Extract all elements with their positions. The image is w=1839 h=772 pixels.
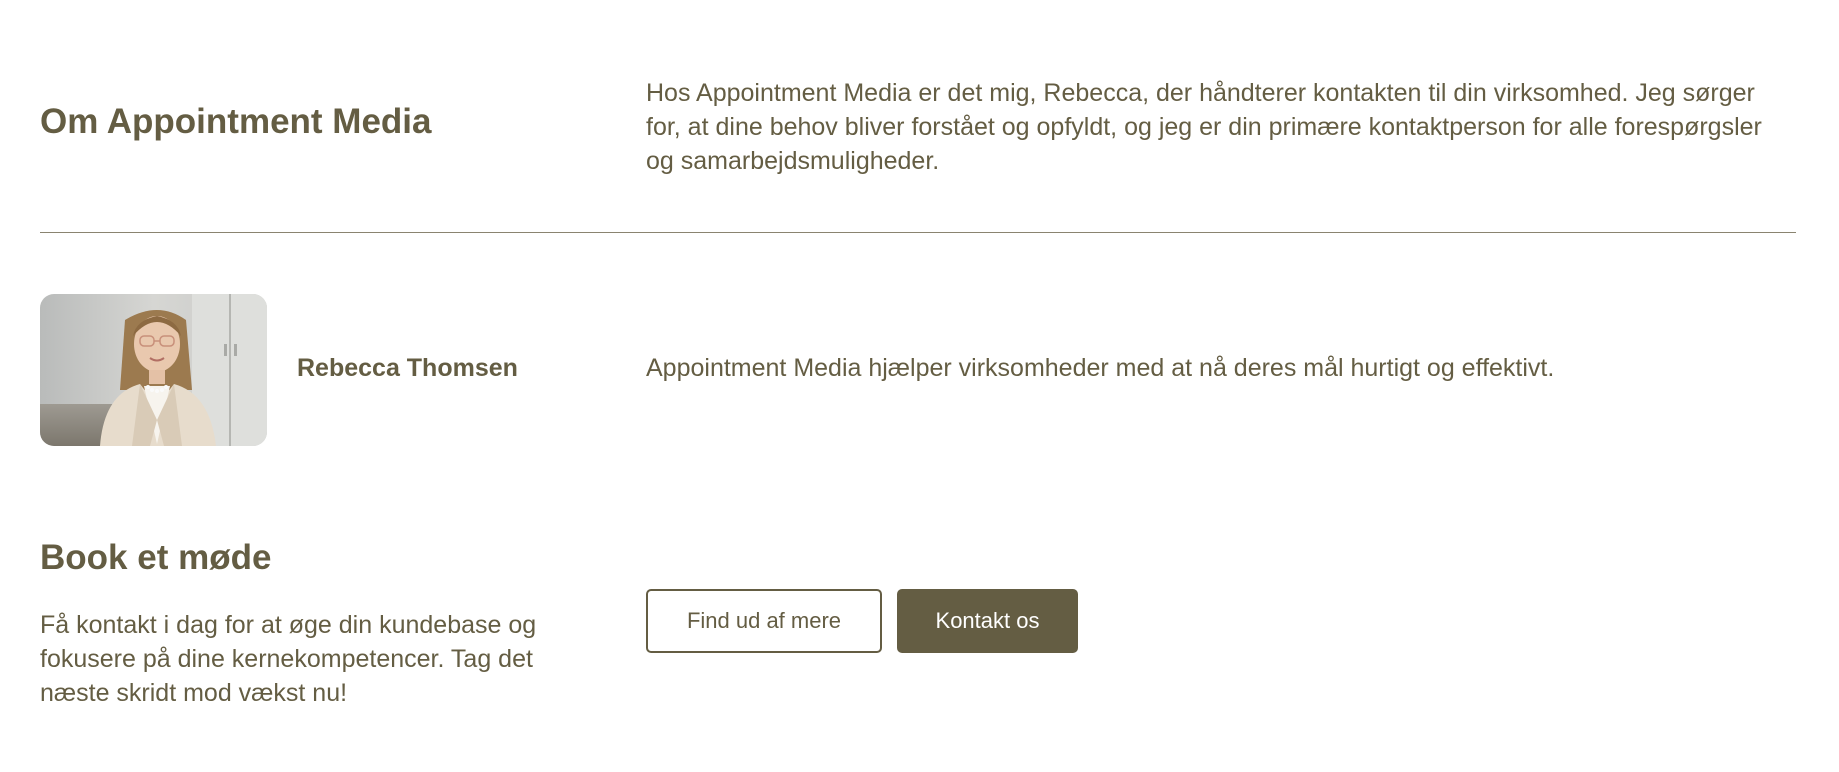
about-description: Hos Appointment Media er det mig, Rebecc… [646,79,1762,175]
find-out-more-button[interactable]: Find ud af mere [646,589,882,653]
profile-photo [40,294,267,446]
section-divider [40,232,1796,233]
profile-description: Appointment Media hjælper virksomheder m… [646,354,1555,382]
booking-heading: Book et møde [40,538,272,577]
booking-description: Få kontakt i dag for at øge din kundebas… [40,611,537,707]
profile-name: Rebecca Thomsen [297,354,518,382]
contact-us-button[interactable]: Kontakt os [897,589,1078,653]
about-heading: Om Appointment Media [40,102,432,141]
profile-photo-image [40,294,267,446]
about-section: Om Appointment Media Hos Appointment Med… [40,72,1796,182]
